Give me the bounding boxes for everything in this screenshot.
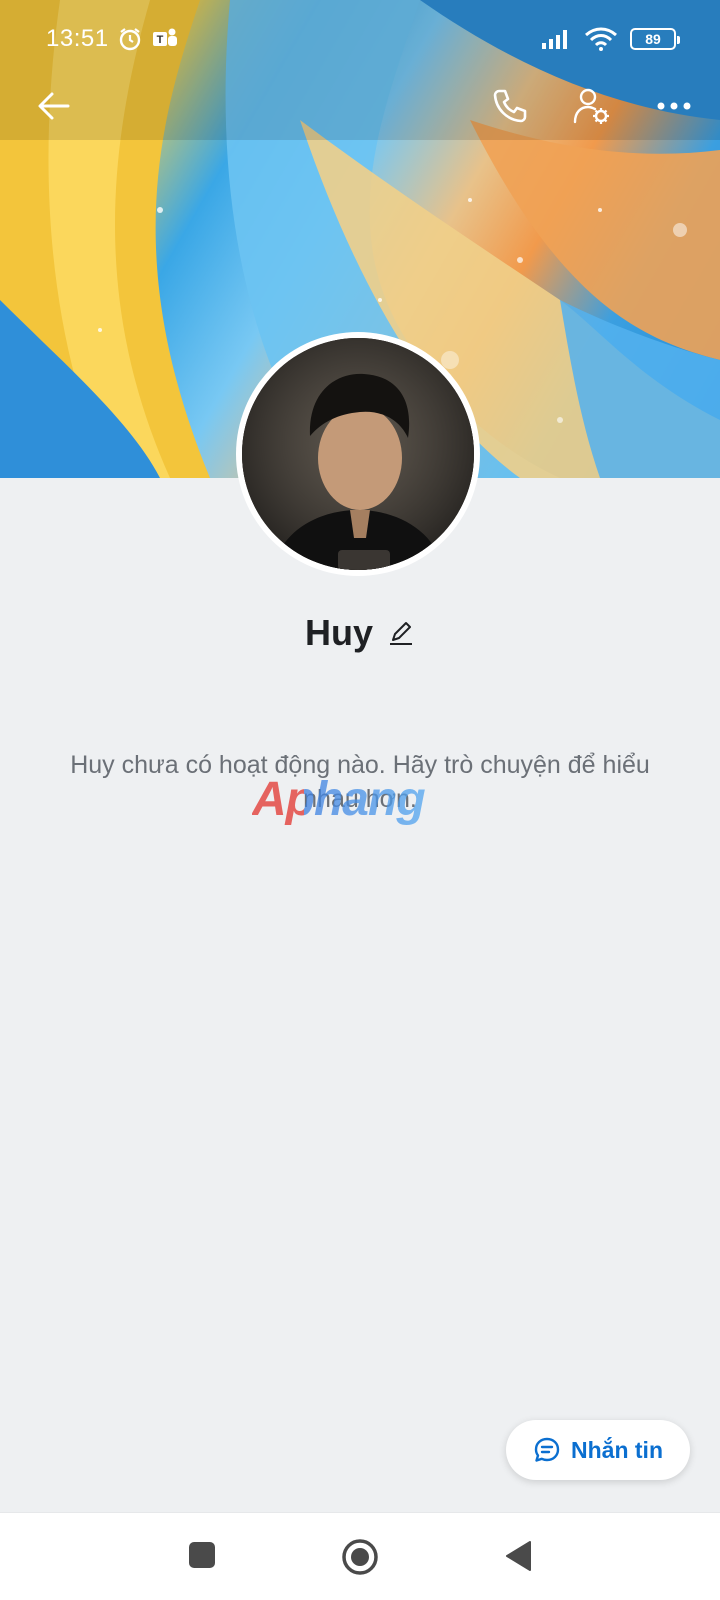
battery-level: 89 [645,31,661,47]
back-triangle-icon [506,1541,531,1571]
status-bar: 13:51 T 89 [0,0,720,78]
home-circle-icon [342,1539,378,1575]
edit-pencil-icon[interactable] [387,619,415,647]
chat-bubble-icon [534,1437,560,1462]
battery-icon: 89 [630,28,680,50]
back-button[interactable] [30,82,78,130]
top-nav [0,78,720,134]
back-arrow-icon [38,92,70,120]
svg-text:T: T [156,34,163,46]
square-icon [189,1542,215,1568]
teams-icon: T [152,28,177,46]
status-time: 13:51 [46,25,109,52]
avatar[interactable] [236,332,480,576]
profile-name-row: Huy [0,612,720,654]
signal-icon [542,30,567,49]
profile-name: Huy [304,612,373,653]
call-button[interactable] [486,82,534,130]
system-navigation-bar [0,1512,720,1600]
back-system-button[interactable] [502,1539,534,1573]
recent-apps-button[interactable] [186,1539,218,1571]
wifi-icon [585,27,617,51]
more-button[interactable] [650,82,698,130]
send-message-button[interactable]: Nhắn tin [506,1420,690,1480]
profile-settings-button[interactable] [568,82,616,130]
more-icon [657,102,691,110]
alarm-icon [119,28,140,51]
send-message-label: Nhắn tin [571,1436,663,1463]
home-button[interactable] [340,1537,380,1577]
phone-icon [493,89,527,123]
watermark-logo: Aphang [252,773,426,826]
profile-settings-icon [573,88,609,124]
avatar-image [242,338,474,570]
